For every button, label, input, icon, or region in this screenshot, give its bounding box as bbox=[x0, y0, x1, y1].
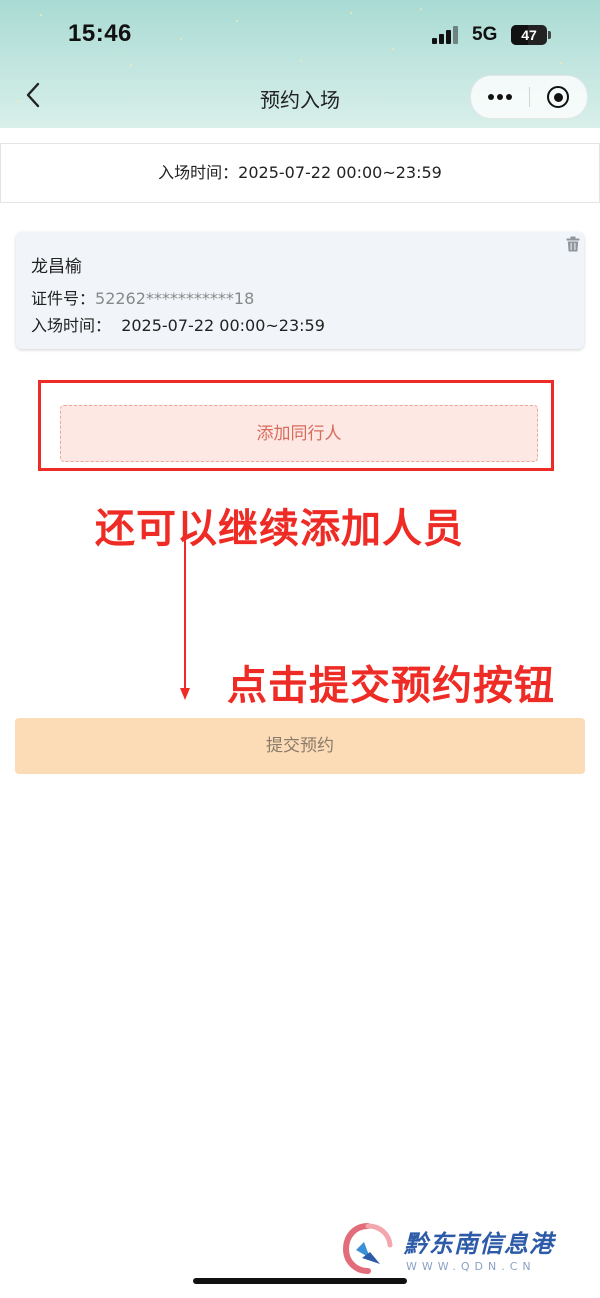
visitor-name: 龙昌榆 bbox=[31, 257, 82, 277]
mini-program-capsule bbox=[470, 75, 588, 119]
visitor-id-row: 证件号：52262***********18 bbox=[31, 285, 254, 309]
watermark: 黔东南信息港 WWW.QDN.CN bbox=[340, 1218, 570, 1278]
battery-tip bbox=[548, 31, 551, 39]
status-time: 15:46 bbox=[68, 20, 132, 47]
visitor-id-value: 52262***********18 bbox=[95, 289, 255, 308]
entry-time-label: 入场时间： bbox=[158, 163, 239, 182]
annotation-arrow-head bbox=[180, 688, 190, 700]
battery-level: 47 bbox=[521, 27, 537, 43]
watermark-url: WWW.QDN.CN bbox=[406, 1260, 536, 1273]
annotation-continue-adding: 还可以继续添加人员 bbox=[95, 506, 464, 552]
watermark-name: 黔东南信息港 bbox=[404, 1229, 554, 1258]
visitor-time-row: 入场时间： 2025-07-22 00:00~23:59 bbox=[31, 312, 325, 336]
header: 15:46 5G 47 预约入场 bbox=[0, 0, 600, 128]
network-type: 5G bbox=[472, 24, 498, 45]
visitor-id-label: 证件号： bbox=[31, 289, 96, 308]
add-companion-button[interactable]: 添加同行人 bbox=[60, 405, 538, 462]
more-button[interactable] bbox=[471, 76, 529, 118]
annotation-arrow bbox=[184, 533, 186, 693]
visitor-card: 龙昌榆 证件号：52262***********18 入场时间： 2025-07… bbox=[16, 232, 584, 349]
signal-icon bbox=[432, 26, 462, 44]
visitor-time-label: 入场时间： bbox=[31, 316, 112, 335]
submit-reservation-button[interactable]: 提交预约 bbox=[15, 718, 585, 774]
delete-visitor-button[interactable] bbox=[566, 236, 580, 252]
watermark-logo bbox=[342, 1223, 393, 1274]
trash-icon bbox=[566, 236, 580, 252]
entry-time-value: 2025-07-22 00:00~23:59 bbox=[238, 163, 442, 182]
close-button[interactable] bbox=[530, 76, 586, 118]
visitor-time-value: 2025-07-22 00:00~23:59 bbox=[121, 316, 325, 335]
annotation-click-submit: 点击提交预约按钮 bbox=[227, 663, 555, 709]
battery-icon: 47 bbox=[511, 25, 547, 45]
entry-time-bar: 入场时间：2025-07-22 00:00~23:59 bbox=[0, 143, 600, 203]
home-indicator[interactable] bbox=[193, 1278, 407, 1284]
